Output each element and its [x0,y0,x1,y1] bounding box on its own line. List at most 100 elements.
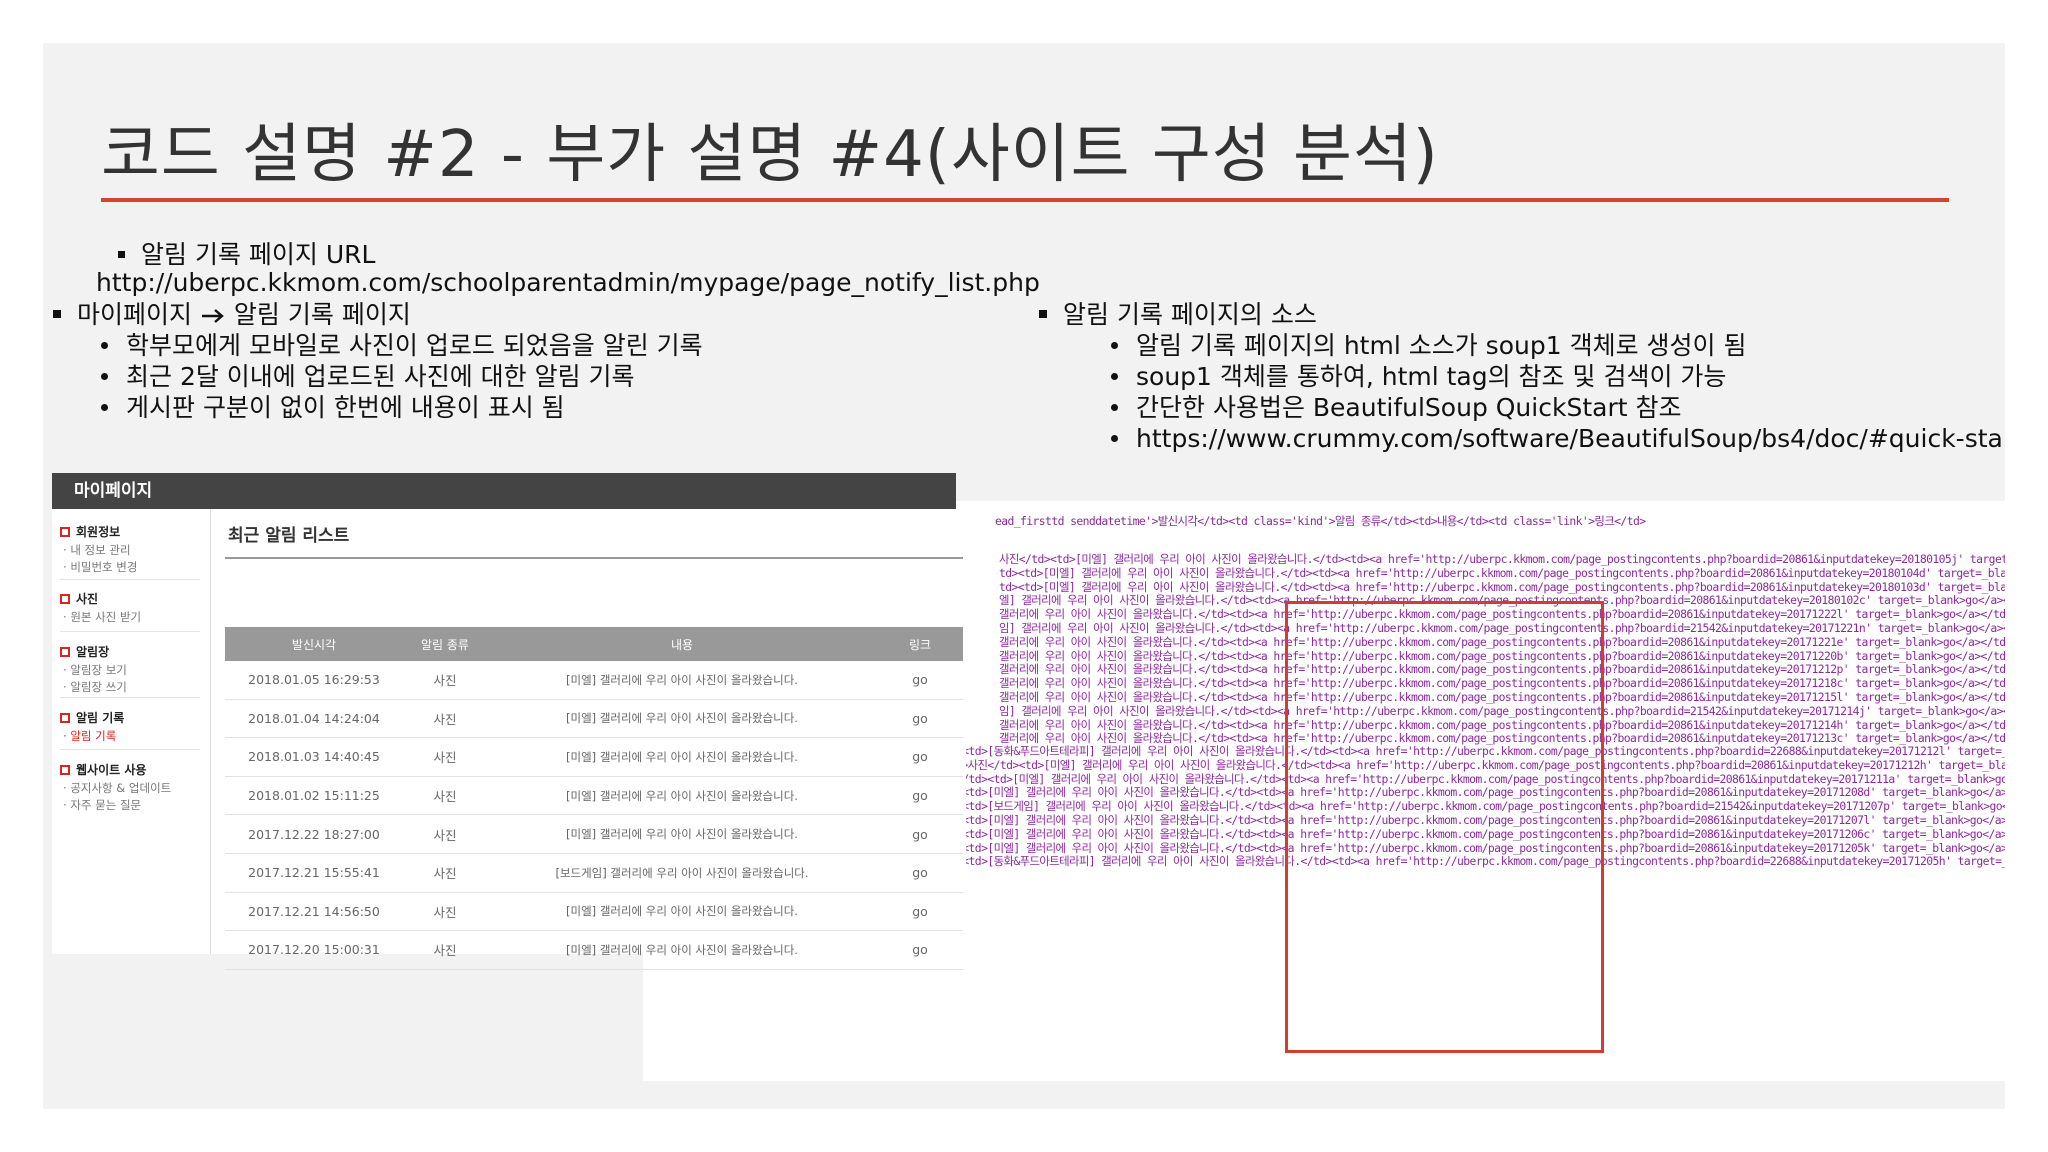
sidebar-divider [60,697,200,698]
row-link-go[interactable]: go [877,904,963,919]
row-content: [보드게임] 갤러리에 우리 아이 사진이 올라왔습니다. [555,865,809,880]
sidebar-divider [60,749,200,750]
row-kind: 사진 [433,789,457,805]
mypage-sidebar: 회원정보 · 내 정보 관리 · 비밀번호 변경 사진 · 원본 사진 받기 알… [52,509,212,954]
row-kind: 사진 [433,904,457,920]
table-row: 2018.01.03 14:40:45 사진 [미엘] 갤러리에 우리 아이 사진이… [225,738,963,777]
row-kind: 사진 [433,827,457,843]
row-kind: 사진 [433,866,457,882]
sidebar-group-notify-log: 알림 기록 · 알림 기록 [60,709,200,745]
mypage-item: 학부모에게 모바일로 사진이 업로드 되었음을 알린 기록 [126,331,703,360]
title-underline [101,198,1949,202]
red-square-icon [60,646,70,657]
mypage-block: 마이페이지 알림 기록 페이지 학부모에게 모바일로 사진이 업로드 되었음을 … [53,299,703,423]
sidebar-group-title: 알림장 [76,645,110,659]
row-sent-time: 2017.12.21 14:56:50 [248,903,380,919]
url-block: 알림 기록 페이지 URL http://uberpc.kkmom.com/sc… [96,239,1040,298]
bullet-dot [101,341,108,349]
sidebar-item-write-notice[interactable]: 알림장 쓰기 [70,680,127,694]
row-kind: 사진 [433,711,457,727]
row-link-go[interactable]: go [877,788,963,803]
table-row: 2018.01.04 14:24:04 사진 [미엘] 갤러리에 우리 아이 사진이… [225,700,963,739]
notify-table-header: 발신시각 알림 종류 내용 링크 [225,627,963,661]
row-link-go[interactable]: go [877,865,963,880]
row-kind: 사진 [433,750,457,766]
table-row: 2018.01.02 15:11:25 사진 [미엘] 갤러리에 우리 아이 사진이… [225,777,963,816]
red-square-icon [60,764,70,775]
quickstart-link[interactable]: https://www.crummy.com/software/Beautifu… [1136,424,2005,453]
row-sent-time: 2018.01.05 16:29:53 [248,672,380,688]
row-link-go[interactable]: go [877,672,963,687]
notify-page-url[interactable]: http://uberpc.kkmom.com/schoolparentadmi… [96,267,1040,298]
row-link-go[interactable]: go [877,749,963,764]
sidebar-divider [60,579,200,580]
row-content: [미엘] 갤러리에 우리 아이 사진이 올라왔습니다. [566,711,798,726]
row-sent-time: 2018.01.03 14:40:45 [248,749,380,765]
row-content: [미엘] 갤러리에 우리 아이 사진이 올라왔습니다. [566,749,798,764]
sidebar-item-original-photo[interactable]: 원본 사진 받기 [70,610,141,624]
bullet-dot [1111,434,1118,442]
sidebar-group-member: 회원정보 · 내 정보 관리 · 비밀번호 변경 [60,523,200,576]
bullet-square [1039,310,1047,318]
slide: 코드 설명 #2 - 부가 설명 #4(사이트 구성 분석) 알림 기록 페이지… [43,43,2005,1109]
sidebar-group-website: 웹사이트 사용 · 공지사항 & 업데이트 · 자주 묻는 질문 [60,761,200,814]
source-item: 간단한 사용법은 BeautifulSoup QuickStart 참조 [1136,393,1682,422]
sidebar-group-notice: 알림장 · 알림장 보기 · 알림장 쓰기 [60,643,200,696]
row-kind: 사진 [433,943,457,959]
table-row: 2017.12.21 14:56:50 사진 [미엘] 갤러리에 우리 아이 사진이… [225,893,963,932]
row-link-go[interactable]: go [877,827,963,842]
url-bullet-label: 알림 기록 페이지 URL [141,240,376,269]
bullet-dot [1111,403,1118,411]
row-content: [미엘] 갤러리에 우리 아이 사진이 올라왔습니다. [566,904,798,919]
bullet-square [118,250,125,258]
row-sent-time: 2018.01.04 14:24:04 [248,710,380,726]
table-row: 2017.12.20 15:00:31 사진 [미엘] 갤러리에 우리 아이 사진이… [225,931,963,970]
mypage-item: 게시판 구분이 없이 한번에 내용이 표시 됨 [126,393,565,422]
sidebar-item-faq[interactable]: 자주 묻는 질문 [70,798,141,812]
sidebar-group-title: 알림 기록 [76,711,125,725]
recent-notify-list-title: 최근 알림 리스트 [228,526,350,546]
source-block: 알림 기록 페이지의 소스 알림 기록 페이지의 html 소스가 soup1 … [1039,299,2005,454]
row-kind: 사진 [433,673,457,689]
mypage-item: 최근 2달 이내에 업로드된 사진에 대한 알림 기록 [126,362,635,391]
row-sent-time: 2018.01.02 15:11:25 [248,788,380,804]
column-header: 링크 [908,637,932,652]
red-square-icon [60,526,70,537]
arrow-right-icon [201,309,224,323]
sidebar-group-title: 회원정보 [76,525,121,539]
notify-table-body: 2018.01.05 16:29:53 사진 [미엘] 갤러리에 우리 아이 사진이… [225,661,963,970]
sidebar-group-photo: 사진 · 원본 사진 받기 [60,590,200,626]
row-link-go[interactable]: go [877,942,963,957]
bullet-dot [101,372,108,380]
slide-title: 코드 설명 #2 - 부가 설명 #4(사이트 구성 분석) [101,118,1439,192]
mypage-screenshot: 회원정보 · 내 정보 관리 · 비밀번호 변경 사진 · 원본 사진 받기 알… [52,509,966,970]
sidebar-group-title: 웹사이트 사용 [76,763,147,777]
bullet-dot [1111,341,1118,349]
red-square-icon [60,593,70,604]
mypage-header: 마이페이지 [52,473,956,509]
sidebar-item-view-notice[interactable]: 알림장 보기 [70,663,127,677]
sidebar-divider-vertical [210,509,211,954]
column-header: 내용 [670,637,694,652]
column-header: 알림 종류 [421,637,469,652]
mypage-heading-b: 알림 기록 페이지 [233,300,411,329]
sidebar-item-notify-log[interactable]: 알림 기록 [70,729,116,743]
href-highlight-box [1285,601,1604,1053]
mypage-heading-a: 마이페이지 [77,300,193,329]
bullet-square [53,310,61,318]
row-link-go[interactable]: go [877,711,963,726]
sidebar-item-notice-updates[interactable]: 공지사항 & 업데이트 [70,781,171,795]
source-header-line: ead_firsttd senddatetime'>발신시각</td><td c… [995,514,1646,528]
sidebar-item-my-info[interactable]: 내 정보 관리 [70,543,130,557]
table-row: 2017.12.22 18:27:00 사진 [미엘] 갤러리에 우리 아이 사진이… [225,815,963,854]
source-heading: 알림 기록 페이지의 소스 [1063,300,1317,329]
table-row: 2017.12.21 15:55:41 사진 [보드게임] 갤러리에 우리 아이 사… [225,854,963,893]
red-square-icon [60,712,70,723]
row-content: [미엘] 갤러리에 우리 아이 사진이 올라왔습니다. [566,942,798,957]
list-title-rule [225,557,963,559]
bullet-dot [101,403,108,411]
table-row: 2018.01.05 16:29:53 사진 [미엘] 갤러리에 우리 아이 사진이… [225,661,963,700]
row-sent-time: 2017.12.22 18:27:00 [248,826,380,842]
sidebar-item-change-password[interactable]: 비밀번호 변경 [70,560,137,574]
row-content: [미엘] 갤러리에 우리 아이 사진이 올라왔습니다. [566,788,798,803]
